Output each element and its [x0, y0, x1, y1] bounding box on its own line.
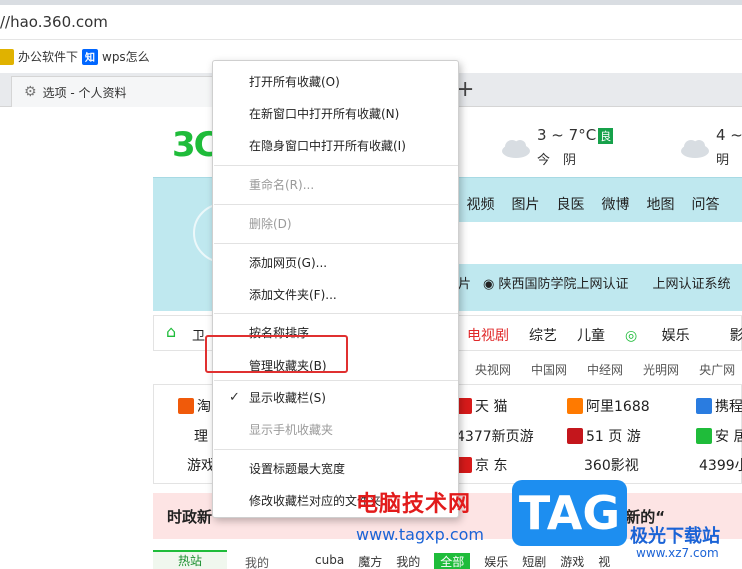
alibaba-icon	[567, 398, 583, 414]
url-text[interactable]: //hao.360.com	[0, 13, 108, 31]
weather-day: 今 阴	[537, 153, 577, 168]
site-link[interactable]: 360影视	[584, 455, 639, 475]
hot-link[interactable]: 片	[458, 273, 471, 292]
zhihu-icon: 知	[82, 48, 98, 65]
menu-item-delete: 删除(D)	[249, 217, 292, 231]
media-link[interactable]: 央广网	[699, 361, 735, 378]
menu-separator	[214, 449, 458, 450]
site-logo[interactable]: 3C	[172, 125, 219, 165]
search-tab[interactable]: 图片	[503, 194, 548, 214]
bookmark-label: 办公软件下	[18, 50, 79, 64]
category-item[interactable]: 娱乐	[484, 553, 508, 569]
site-link[interactable]: 51 页 游	[567, 426, 641, 446]
cloud-icon	[502, 140, 530, 158]
site-link[interactable]: 淘	[178, 396, 211, 416]
menu-separator	[214, 165, 458, 166]
bookmark-context-menu: 打开所有收藏(O) 在新窗口中打开所有收藏(N) 在隐身窗口中打开所有收藏(I)…	[212, 60, 459, 518]
nav-item-tv[interactable]: 电视剧	[467, 325, 509, 345]
highlight-box	[205, 335, 348, 373]
media-link[interactable]: 中经网	[587, 361, 623, 378]
menu-separator	[214, 380, 458, 381]
site-link[interactable]: 携程	[696, 396, 742, 416]
nav-item-kids[interactable]: 儿童	[577, 325, 605, 345]
menu-item-add-folder[interactable]: 添加文件夹(F)...	[213, 280, 458, 310]
folder-icon	[0, 48, 14, 65]
site-link[interactable]: 京 东	[456, 455, 507, 475]
nav-item-movies[interactable]: 影视	[730, 325, 742, 345]
nav-home-label[interactable]: 卫	[192, 325, 205, 344]
menu-item-open-all-incognito[interactable]: 在隐身窗口中打开所有收藏(I)	[213, 131, 458, 161]
media-links: 央视网 中国网 中经网 光明网 央广网	[475, 361, 742, 378]
menu-item-open-all-new-window[interactable]: 在新窗口中打开所有收藏(N)	[213, 99, 458, 129]
game51-icon	[567, 428, 583, 444]
home-icon[interactable]: ⌂	[166, 322, 176, 341]
bookmark-item-office[interactable]: 办公软件下	[0, 48, 78, 65]
bookmark-item-wps[interactable]: 知 wps怎么	[82, 48, 150, 65]
media-link[interactable]: 光明网	[643, 361, 679, 378]
watermark-site-name: 极光下载站	[630, 526, 720, 547]
site-link[interactable]: 游戏	[187, 455, 215, 475]
site-link[interactable]: 阿里1688	[567, 396, 650, 416]
category-item[interactable]: 我的	[396, 553, 420, 569]
search-tabs: 视频 图片 良医 微博 地图 问答	[458, 194, 728, 214]
cloud-icon	[681, 140, 709, 158]
search-tab[interactable]: 视频	[458, 194, 503, 214]
weather-temp: 4 ~	[716, 126, 742, 144]
menu-item-show-bookmark-bar[interactable]: ✓ 显示收藏栏(S)	[213, 383, 458, 413]
search-input[interactable]	[458, 222, 742, 264]
watermark-text: 电脑技术网	[356, 492, 472, 517]
address-bar[interactable]: //hao.360.com	[0, 5, 742, 40]
anjuke-icon	[696, 428, 712, 444]
news-left[interactable]: 时政新	[167, 506, 212, 527]
category-item[interactable]: 短剧	[522, 553, 546, 569]
media-link[interactable]: 央视网	[475, 361, 511, 378]
weather-temp: 3 ~ 7°C 良	[537, 126, 614, 144]
menu-item-set-title-width[interactable]: 设置标题最大宽度	[213, 454, 458, 484]
tab-hot-sites[interactable]: 热站	[153, 550, 227, 569]
category-item[interactable]: 视	[598, 553, 610, 569]
category-item[interactable]: cuba	[315, 553, 344, 569]
search-tab[interactable]: 地图	[638, 194, 683, 214]
site-link[interactable]: 理	[194, 426, 208, 446]
bookmark-label: wps怎么	[102, 50, 150, 64]
gear-icon: ⚙	[24, 84, 37, 100]
taobao-icon	[178, 398, 194, 414]
air-quality-badge: 良	[598, 128, 614, 144]
site-link[interactable]: 4399小	[699, 455, 742, 475]
nav-item-entertainment[interactable]: ◎ 娱乐	[625, 325, 710, 345]
watermark-site-url: www.xz7.com	[636, 546, 719, 560]
category-item[interactable]: 游戏	[560, 553, 584, 569]
tab-label: 选项 - 个人资料	[42, 85, 127, 100]
hot-link[interactable]: ◉ 陕西国防学院上网认证	[483, 273, 641, 292]
hot-links: 片 ◉ 陕西国防学院上网认证 上网认证系统	[458, 273, 742, 292]
check-icon: ✓	[229, 390, 240, 405]
menu-separator	[214, 313, 458, 314]
category-item[interactable]: 魔方	[358, 553, 382, 569]
tab-options-profile[interactable]: ⚙ 选项 - 个人资料	[11, 76, 231, 107]
tab-my-sites[interactable]: 我的	[245, 554, 269, 569]
media-link[interactable]: 中国网	[531, 361, 567, 378]
tag-logo: TAG	[512, 480, 627, 546]
menu-item-rename: 重命名(R)...	[249, 178, 315, 192]
hot-link[interactable]: 上网认证系统	[653, 273, 731, 292]
menu-item-show-mobile-bookmarks: 显示手机收藏夹	[249, 423, 334, 437]
bottom-categories: cuba 魔方 我的 全部 娱乐 短剧 游戏 视	[315, 553, 624, 569]
search-tab[interactable]: 良医	[548, 194, 593, 214]
site-link[interactable]: 4377新页游	[456, 426, 534, 446]
search-tab[interactable]: 微博	[593, 194, 638, 214]
search-tab[interactable]: 问答	[683, 194, 728, 214]
menu-item-open-all[interactable]: 打开所有收藏(O)	[213, 67, 458, 97]
nav-items: 电视剧 综艺 儿童 ◎ 娱乐 影视	[467, 325, 742, 345]
site-link[interactable]: 天 猫	[456, 396, 507, 416]
watermark-url: www.tagxp.com	[356, 525, 484, 544]
weather-day: 明	[716, 153, 730, 168]
menu-separator	[214, 204, 458, 205]
ctrip-icon	[696, 398, 712, 414]
menu-separator	[214, 243, 458, 244]
category-item-selected[interactable]: 全部	[434, 553, 471, 569]
nav-item-variety[interactable]: 综艺	[529, 325, 557, 345]
menu-item-add-page[interactable]: 添加网页(G)...	[213, 248, 458, 278]
site-link[interactable]: 安 居	[696, 426, 742, 446]
